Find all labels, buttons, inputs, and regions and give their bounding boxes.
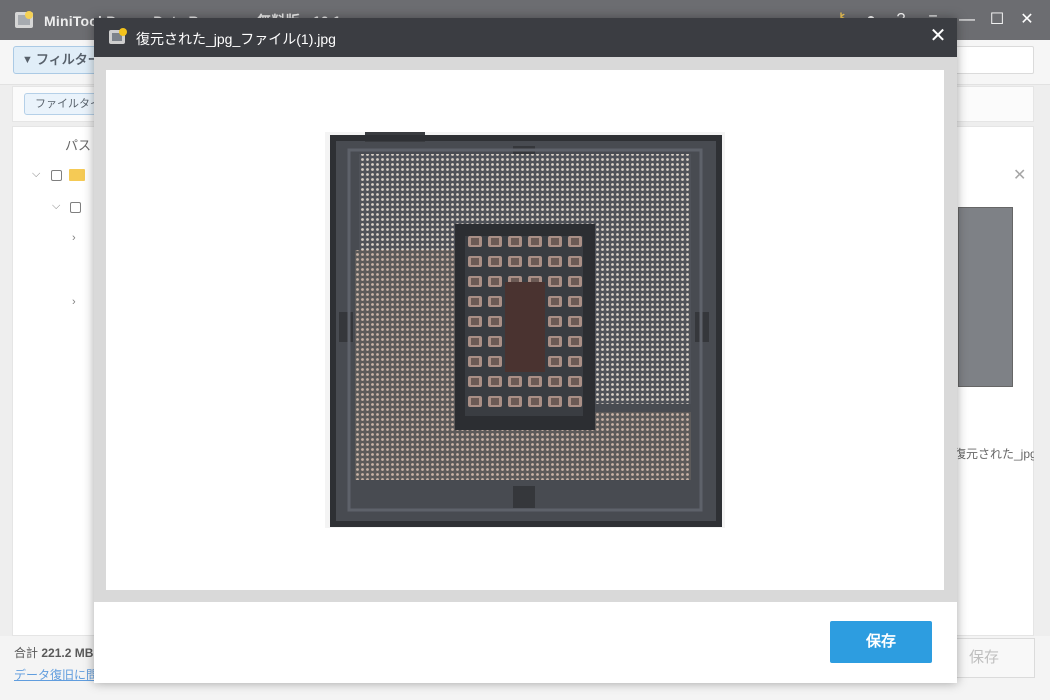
save-button[interactable]: 保存 <box>830 621 932 663</box>
app-logo-icon <box>109 28 127 44</box>
dialog-body <box>94 57 957 602</box>
preview-dialog: 復元された_jpg_ファイル(1).jpg ✕ 保存 <box>94 18 957 683</box>
dialog-header: 復元された_jpg_ファイル(1).jpg ✕ <box>94 18 957 57</box>
image-canvas <box>106 70 944 590</box>
dialog-footer: 保存 <box>94 602 957 683</box>
preview-image <box>325 132 725 528</box>
close-icon[interactable]: ✕ <box>926 24 950 48</box>
dialog-title: 復元された_jpg_ファイル(1).jpg <box>136 31 336 47</box>
